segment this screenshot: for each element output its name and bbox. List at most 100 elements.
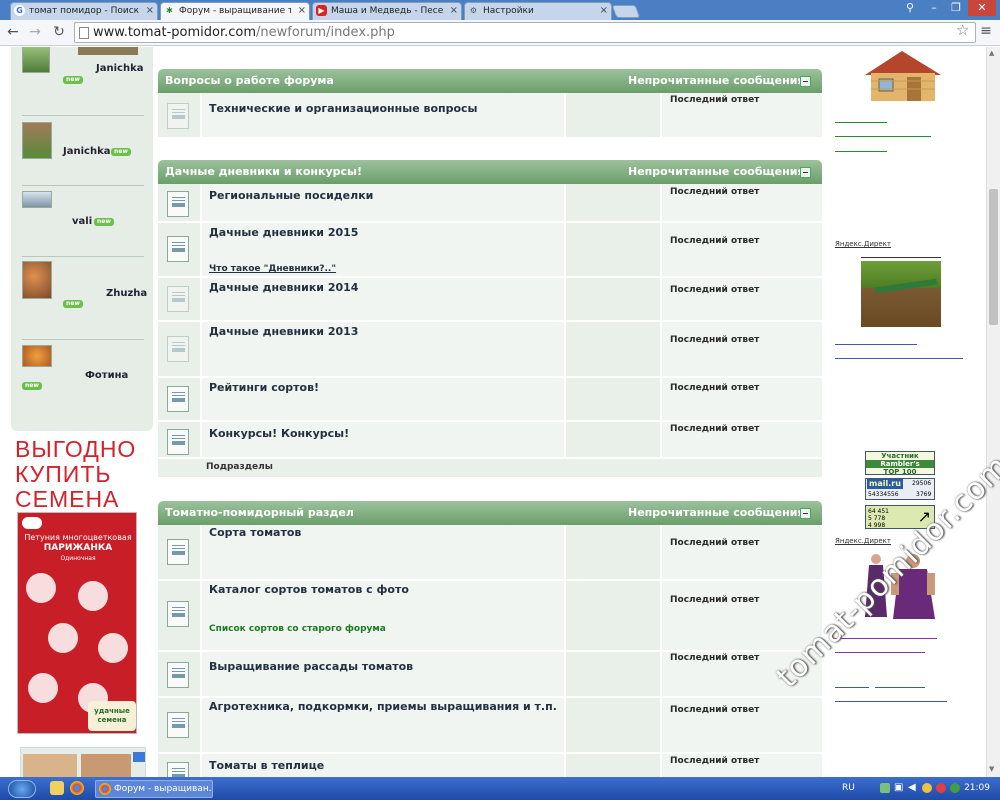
forum-title[interactable]: Дачные дневники 2014 (209, 281, 358, 294)
forum-title[interactable]: Дачные дневники 2013 (209, 325, 358, 338)
bookmark-star-icon[interactable]: ☆ (956, 21, 969, 39)
tray-app-icon[interactable] (880, 783, 890, 793)
category-header[interactable]: Томатно-помидорный раздел Непрочитанные … (158, 501, 822, 525)
scroll-down-icon[interactable]: ▼ (989, 765, 994, 773)
user-name[interactable]: Janichka (63, 146, 110, 157)
scroll-up-icon[interactable]: ▲ (989, 49, 994, 57)
tray-app-icon[interactable] (922, 783, 932, 793)
ad-link[interactable] (875, 687, 925, 688)
forum-title[interactable]: Дачные дневники 2015 (209, 226, 358, 239)
forum-row[interactable]: Агротехника, подкормки, приемы выращиван… (158, 698, 822, 754)
forum-title[interactable]: Региональные посиделки (209, 189, 373, 202)
avatar[interactable] (22, 47, 50, 73)
minimize-icon[interactable]: – (924, 0, 944, 16)
seed-pack-image[interactable]: Петуния многоцветковая ПАРИЖАНКА Одиночн… (17, 512, 137, 734)
forum-title[interactable]: Каталог сортов томатов с фото (209, 583, 409, 596)
restore-icon[interactable]: ❐ (946, 0, 966, 16)
forum-title[interactable]: Агротехника, подкормки, приемы выращиван… (209, 700, 557, 713)
ad-link[interactable] (835, 122, 887, 123)
unread-messages-link[interactable]: Непрочитанные сообщения (628, 69, 805, 93)
unread-messages-link[interactable]: Непрочитанные сообщения (628, 160, 805, 184)
forum-row[interactable]: Дачные дневники 2013 Последний ответ (158, 322, 822, 378)
forum-row[interactable]: Каталог сортов томатов с фото Список сор… (158, 581, 822, 652)
avatar[interactable] (22, 122, 52, 159)
menu-icon[interactable]: ≡ (978, 23, 994, 39)
forum-row[interactable]: Выращивание рассады томатов Последний от… (158, 652, 822, 698)
forum-title[interactable]: Технические и организационные вопросы (209, 102, 478, 115)
category-header[interactable]: Вопросы о работе форума Непрочитанные со… (158, 69, 822, 93)
forum-row[interactable]: Дачные дневники 2014 Последний ответ (158, 278, 822, 322)
category-title[interactable]: Дачные дневники и конкурсы! (165, 165, 362, 178)
ad-link[interactable] (835, 136, 931, 137)
forum-row[interactable]: Технические и организационные вопросы По… (158, 93, 822, 139)
seeds-advertisement[interactable]: ВЫГОДНО КУПИТЬ СЕМЕНА Петуния многоцветк… (15, 437, 139, 737)
forum-row[interactable]: Региональные посиделки Последний ответ (158, 184, 822, 223)
subforum-link[interactable]: Список сортов со старого форума (209, 624, 386, 634)
forum-title[interactable]: Выращивание рассады томатов (209, 660, 413, 673)
ad-link[interactable] (835, 344, 917, 345)
tab-youtube[interactable]: ▶ Маша и Медведь - Песе × (312, 2, 462, 20)
ad-link[interactable] (835, 652, 925, 653)
avatar[interactable] (22, 261, 52, 299)
vertical-scrollbar[interactable]: ▲ ▼ (986, 47, 1000, 777)
tab-forum[interactable]: ✱ Форум - выращивание тома × (160, 2, 310, 20)
reload-icon[interactable]: ↻ (50, 23, 68, 41)
user-name[interactable]: vali (72, 216, 92, 227)
yandex-direct-link[interactable]: Яндекс.Директ (835, 537, 891, 545)
language-indicator[interactable]: RU (842, 777, 855, 800)
ad-link[interactable] (835, 151, 887, 152)
scrollbar-thumb[interactable] (989, 189, 998, 325)
tray-app-icon[interactable] (950, 783, 960, 793)
explorer-icon[interactable] (50, 781, 64, 795)
avatar[interactable] (22, 345, 52, 367)
forum-row[interactable]: Конкурсы! Конкурсы! Последний ответ (158, 422, 822, 459)
chrome-icon[interactable] (70, 781, 84, 795)
ad-link[interactable] (835, 701, 947, 702)
rambler-counter[interactable]: Участник Rambler's TOP 100 (865, 451, 935, 476)
forum-title[interactable]: Рейтинги сортов! (209, 381, 319, 394)
collapse-icon[interactable] (800, 508, 811, 519)
yandex-direct-link[interactable]: Яндекс.Директ (835, 240, 891, 248)
close-tab-icon[interactable]: × (450, 3, 458, 19)
category-header[interactable]: Дачные дневники и конкурсы! Непрочитанны… (158, 160, 822, 184)
forum-row[interactable]: Рейтинги сортов! Последний ответ (158, 378, 822, 422)
forum-row[interactable]: Сорта томатов Последний ответ (158, 525, 822, 581)
tray-app-icon[interactable] (936, 783, 946, 793)
clock[interactable]: 21:09 (964, 777, 990, 800)
ad-choices-icon[interactable] (133, 752, 145, 762)
secondary-advertisement[interactable] (20, 747, 146, 777)
close-tab-icon[interactable]: × (600, 3, 608, 19)
close-tab-icon[interactable]: × (298, 3, 306, 19)
house-ad-image[interactable] (857, 47, 947, 102)
category-title[interactable]: Вопросы о работе форума (165, 74, 334, 87)
volume-icon[interactable]: ◀ (908, 782, 916, 794)
mailru-counter[interactable]: mail.ru 29506 54334556 3769 (865, 478, 935, 500)
collapse-icon[interactable] (800, 76, 811, 87)
forum-row[interactable]: Дачные дневники 2015 Что такое "Дневники… (158, 223, 822, 278)
forum-row[interactable]: Томаты в теплице Последний ответ (158, 754, 822, 777)
tab-settings[interactable]: ⚙ Настройки × (464, 2, 612, 20)
forum-title[interactable]: Сорта томатов (209, 526, 301, 539)
unread-messages-link[interactable]: Непрочитанные сообщения (628, 501, 805, 525)
user-name[interactable]: Фотина (85, 370, 128, 381)
forward-icon[interactable]: → (26, 23, 44, 41)
category-title[interactable]: Томатно-помидорный раздел (165, 506, 354, 519)
ad-link[interactable] (835, 358, 963, 359)
close-window-icon[interactable]: ✕ (968, 0, 996, 16)
user-icon[interactable]: ⚲ (900, 0, 920, 16)
ad-link[interactable] (835, 687, 869, 688)
collapse-icon[interactable] (800, 167, 811, 178)
tab-google-search[interactable]: G томат помидор - Поиск в Go × (10, 2, 158, 20)
avatar[interactable] (22, 191, 52, 208)
address-bar[interactable]: www.tomat-pomidor.com/newforum/index.php (74, 22, 976, 43)
network-icon[interactable]: ▣ (894, 782, 903, 794)
back-icon[interactable]: ← (4, 23, 22, 41)
user-name[interactable]: Zhuzha (106, 288, 147, 299)
forum-title[interactable]: Томаты в теплице (209, 759, 324, 772)
new-tab-button[interactable] (611, 5, 641, 18)
forum-title[interactable]: Конкурсы! Конкурсы! (209, 427, 349, 440)
subforum-link[interactable]: Что такое "Дневники?.." (209, 264, 336, 274)
user-name[interactable]: Janichka (96, 63, 143, 74)
taskbar-task-forum[interactable]: Форум - выращиван... (95, 780, 213, 798)
close-tab-icon[interactable]: × (146, 3, 154, 19)
